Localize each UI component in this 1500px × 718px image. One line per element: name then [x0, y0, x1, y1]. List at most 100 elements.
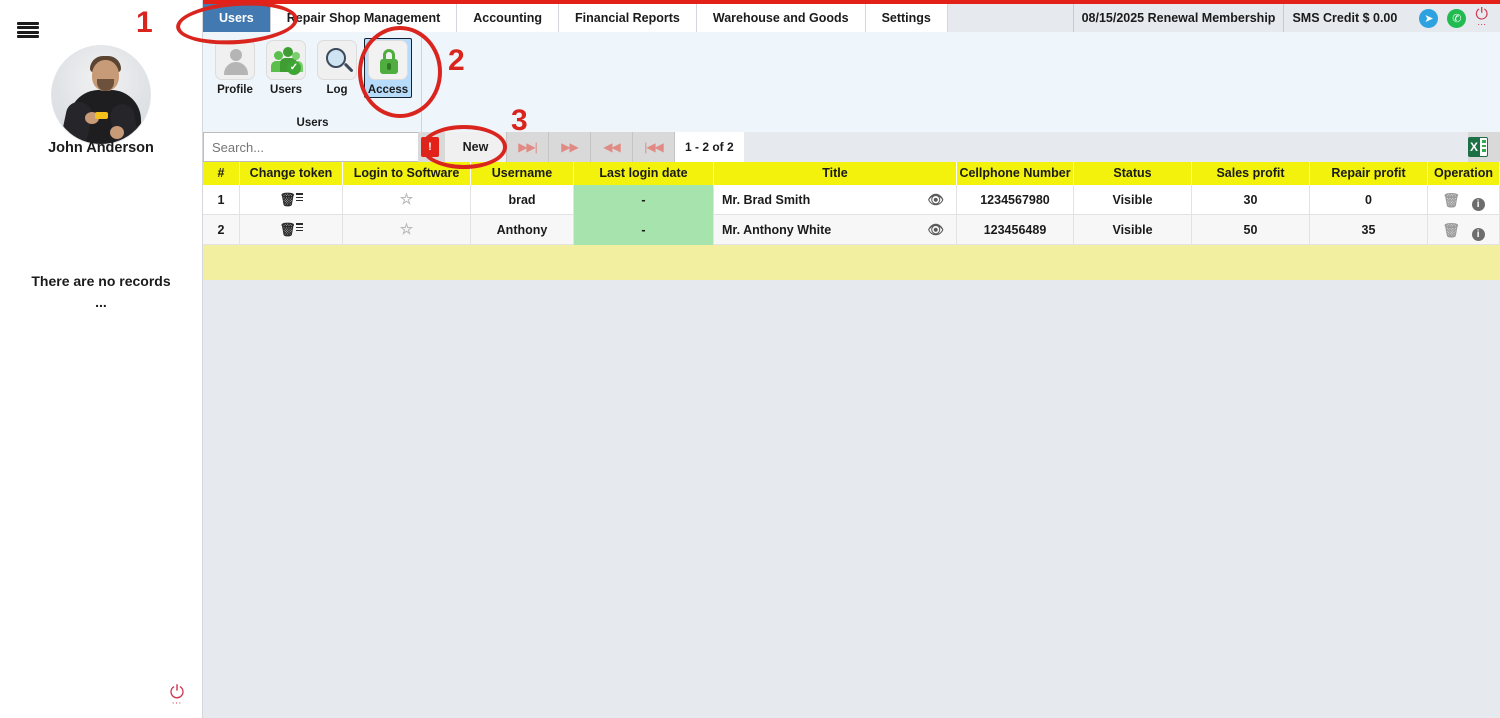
cell-title-text: Mr. Anthony White: [722, 223, 832, 237]
cell-title: Mr. Brad Smith 👁: [714, 185, 957, 215]
cell-operation: 🗑 i: [1428, 215, 1500, 245]
star-icon[interactable]: ☆: [400, 221, 413, 238]
trash-icon[interactable]: 🗑: [1442, 185, 1460, 215]
eye-icon[interactable]: 👁: [927, 215, 944, 245]
header-info: 08/15/2025 Renewal Membership SMS Credit…: [1072, 4, 1500, 32]
ribbon-label-log: Log: [326, 84, 348, 96]
sidebar-empty-line-1: There are no records: [31, 273, 171, 289]
main-area: Users Repair Shop Management Accounting …: [203, 0, 1500, 718]
new-record-button[interactable]: New: [445, 132, 507, 162]
cell-repair-profit: 0: [1310, 185, 1428, 215]
users-group-icon: ✓: [266, 40, 306, 80]
header-icon-group: ➤ ✆ ⏻ ⋯: [1405, 6, 1500, 28]
table-summary-row: [203, 245, 1500, 280]
col-index[interactable]: #: [203, 162, 240, 185]
info-icon[interactable]: i: [1471, 228, 1485, 241]
tab-financial-reports[interactable]: Financial Reports: [559, 4, 697, 32]
tab-users[interactable]: Users: [203, 4, 271, 32]
col-sales-profit[interactable]: Sales profit: [1192, 162, 1310, 185]
logout-power-icon[interactable]: ⏻ ⋯: [1475, 6, 1488, 28]
col-cellphone[interactable]: Cellphone Number: [957, 162, 1074, 185]
trash-icon[interactable]: 🗑: [1442, 215, 1460, 245]
col-operation[interactable]: Operation: [1428, 162, 1500, 185]
grid-toolbar: ! New ▶▶| ▶▶ ◀◀ |◀◀ 1 - 2 of 2 X: [203, 132, 1500, 162]
cell-index: 1: [203, 185, 240, 215]
tab-accounting[interactable]: Accounting: [457, 4, 559, 32]
col-last-login[interactable]: Last login date: [574, 162, 714, 185]
eye-icon[interactable]: 👁: [927, 185, 944, 215]
avatar: [51, 45, 151, 145]
search-input[interactable]: [203, 132, 418, 162]
delete-token-icon[interactable]: 🗑: [279, 222, 303, 237]
table-header-row: # Change token Login to Software Usernam…: [203, 162, 1500, 185]
cell-sales-profit: 30: [1192, 185, 1310, 215]
next-page-button[interactable]: ▶▶: [549, 132, 591, 162]
cell-last-login: -: [574, 215, 714, 245]
sidebar-empty-state: There are no records ...: [0, 271, 202, 313]
cell-index: 2: [203, 215, 240, 245]
whatsapp-icon[interactable]: ✆: [1447, 8, 1467, 28]
ribbon-button-log[interactable]: Log: [313, 38, 361, 97]
cell-title: Mr. Anthony White 👁: [714, 215, 957, 245]
col-status[interactable]: Status: [1074, 162, 1192, 185]
cell-title-text: Mr. Brad Smith: [722, 193, 811, 207]
cell-cellphone: 1234567980: [957, 185, 1074, 215]
info-icon[interactable]: i: [1471, 198, 1485, 211]
ribbon-label-users: Users: [270, 84, 302, 96]
cell-username: Anthony: [471, 215, 574, 245]
cell-cellphone: 123456489: [957, 215, 1074, 245]
excel-export-icon[interactable]: X: [1468, 137, 1488, 157]
ribbon-button-users[interactable]: ✓ Users: [262, 38, 310, 97]
tab-repair-shop-management[interactable]: Repair Shop Management: [270, 4, 458, 32]
sms-credit: SMS Credit $ 0.00: [1283, 4, 1406, 32]
telegram-icon[interactable]: ➤: [1419, 8, 1439, 28]
tab-warehouse-and-goods[interactable]: Warehouse and Goods: [696, 4, 866, 32]
col-repair-profit[interactable]: Repair profit: [1310, 162, 1428, 185]
cell-status: Visible: [1074, 185, 1192, 215]
cell-username: brad: [471, 185, 574, 215]
col-title[interactable]: Title: [714, 162, 957, 185]
ribbon-label-profile: Profile: [217, 84, 253, 96]
tab-bar-filler: [947, 4, 1073, 32]
cell-change-token: 🗑: [240, 185, 343, 215]
cell-sales-profit: 50: [1192, 215, 1310, 245]
ribbon-group-label: Users: [296, 117, 329, 129]
membership-status: 08/15/2025 Renewal Membership: [1072, 4, 1284, 32]
toolbar-spacer: [743, 132, 1468, 162]
search-clear-button[interactable]: !: [421, 137, 439, 157]
cell-change-token: 🗑: [240, 215, 343, 245]
sidebar-empty-line-2: ...: [95, 294, 107, 310]
avatar-image: [51, 45, 151, 145]
table-row[interactable]: 2 🗑 ☆ Anthony - Mr. Anthony White 👁 1234…: [203, 215, 1500, 245]
cell-login-software: ☆: [343, 215, 471, 245]
table-row[interactable]: 1 🗑 ☆ brad - Mr. Brad Smith 👁 1234567980…: [203, 185, 1500, 215]
app-root: John Anderson There are no records ... ⏻…: [0, 0, 1500, 718]
col-login-software[interactable]: Login to Software: [343, 162, 471, 185]
ribbon-button-access[interactable]: Access: [364, 38, 412, 98]
cell-login-software: ☆: [343, 185, 471, 215]
ribbon-button-profile[interactable]: Profile: [211, 38, 259, 97]
cell-operation: 🗑 i: [1428, 185, 1500, 215]
sidebar-user-name: John Anderson: [48, 140, 154, 156]
sidebar-power-icon[interactable]: ⏻ ⋯: [166, 683, 188, 709]
lock-icon: [368, 40, 408, 80]
col-username[interactable]: Username: [471, 162, 574, 185]
tab-bar: Users Repair Shop Management Accounting …: [203, 4, 1500, 32]
last-page-button[interactable]: ▶▶|: [507, 132, 549, 162]
ribbon-group-users: Profile ✓ Users Log Access Users: [203, 32, 422, 132]
profile-icon: [215, 40, 255, 80]
star-icon[interactable]: ☆: [400, 191, 413, 208]
first-page-button[interactable]: |◀◀: [633, 132, 675, 162]
tab-settings[interactable]: Settings: [865, 4, 948, 32]
record-count-label: 1 - 2 of 2: [675, 132, 744, 162]
delete-token-icon[interactable]: 🗑: [279, 192, 303, 207]
magnifier-icon: [317, 40, 357, 80]
cell-status: Visible: [1074, 215, 1192, 245]
ribbon-toolbar: Profile ✓ Users Log Access Users: [203, 32, 1500, 132]
cell-repair-profit: 35: [1310, 215, 1428, 245]
hamburger-icon[interactable]: [17, 22, 39, 38]
prev-page-button[interactable]: ◀◀: [591, 132, 633, 162]
cell-last-login: -: [574, 185, 714, 215]
col-change-token[interactable]: Change token: [240, 162, 343, 185]
users-table: # Change token Login to Software Usernam…: [203, 162, 1500, 280]
